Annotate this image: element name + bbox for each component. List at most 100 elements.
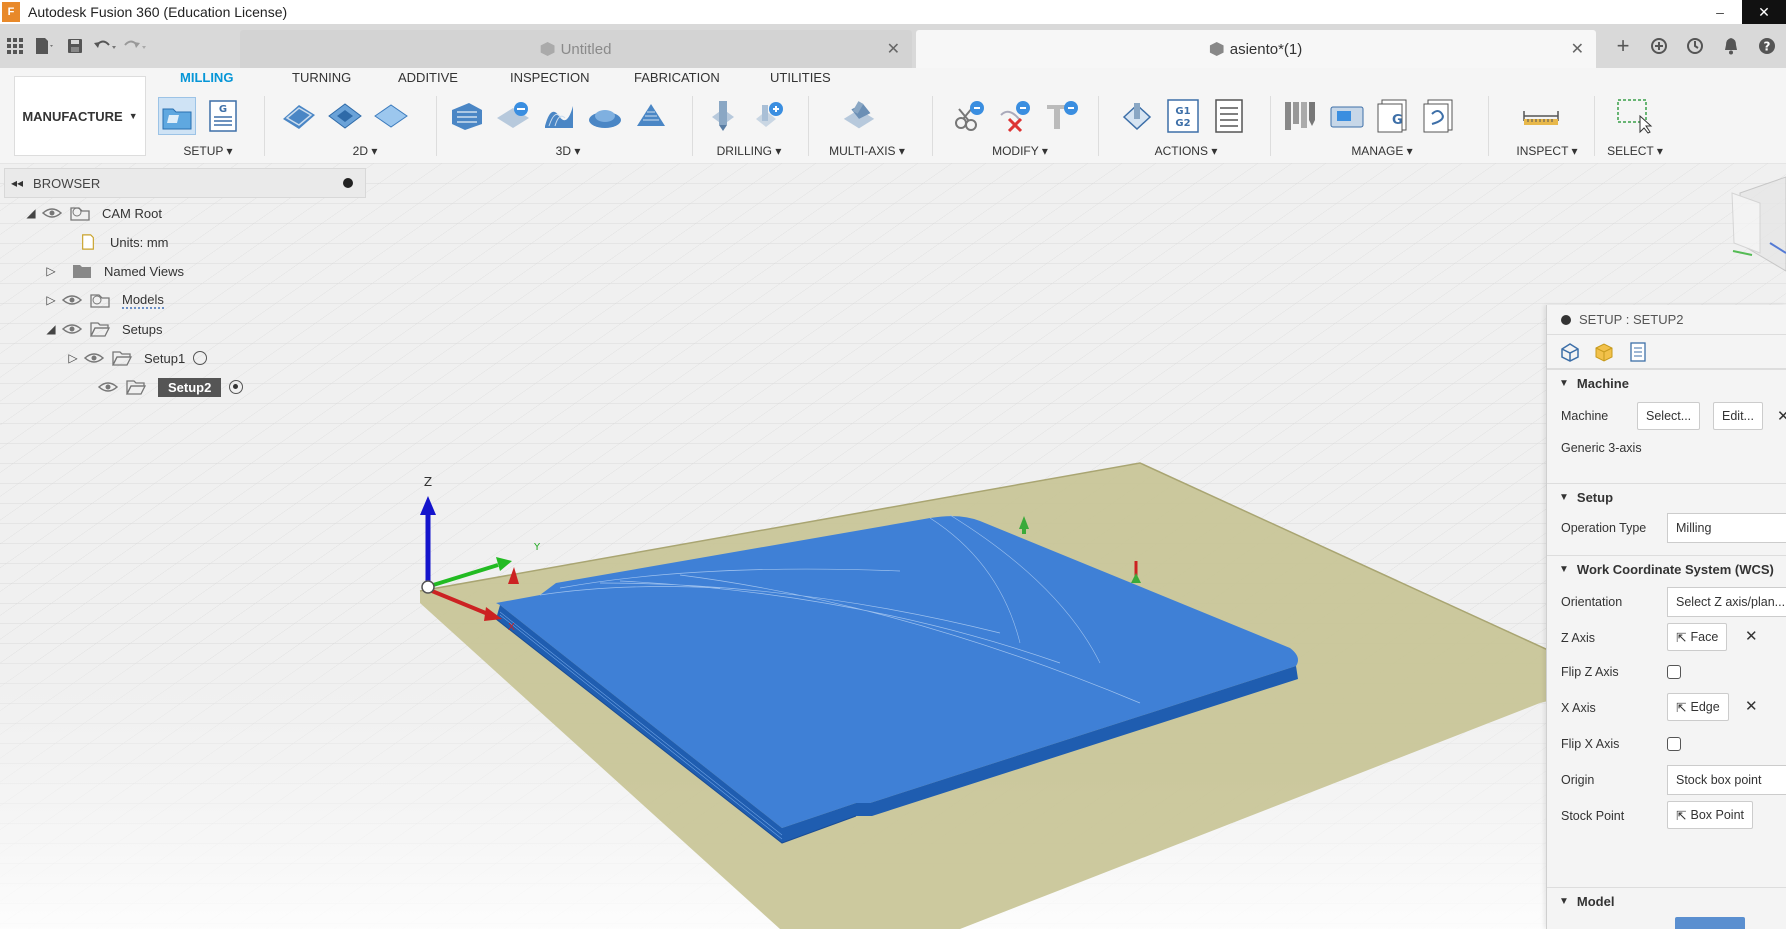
drill-icon[interactable] (704, 97, 742, 135)
wcs-section-header[interactable]: ▼ Work Coordinate System (WCS) (1547, 555, 1786, 583)
job-status-icon[interactable] (1680, 31, 1710, 61)
post-process-icon[interactable]: G1 G2 (1164, 97, 1202, 135)
workspace-switcher[interactable]: MANUFACTURE ▼ (14, 76, 146, 156)
tree-item-named-views[interactable]: ▷ Named Views (44, 259, 184, 283)
new-setup-icon[interactable] (158, 97, 196, 135)
setup-section-header[interactable]: ▼ Setup (1547, 483, 1786, 511)
clear-x-axis-icon[interactable]: ✕ (1745, 697, 1758, 715)
setup-sheet-icon[interactable] (1210, 97, 1248, 135)
z-axis-face-selector[interactable]: ⇱ Face (1667, 623, 1728, 651)
tab-setup-icon[interactable] (1557, 339, 1583, 365)
simulate-icon[interactable] (1118, 97, 1156, 135)
2d-adaptive-icon[interactable] (280, 97, 318, 135)
origin-select[interactable]: Stock box point (1667, 765, 1786, 795)
clear-z-axis-icon[interactable]: ✕ (1745, 627, 1758, 645)
tool-edit-icon[interactable] (1042, 97, 1080, 135)
help-icon[interactable]: ? (1752, 31, 1782, 61)
template-library-icon[interactable] (1420, 97, 1458, 135)
measure-icon[interactable] (1522, 97, 1560, 135)
2d-group-label[interactable]: 2D ▾ (300, 144, 430, 158)
machine-library-icon[interactable] (1328, 97, 1366, 135)
multi-axis-group-label[interactable]: MULTI-AXIS ▾ (814, 144, 920, 158)
tab-stock-icon[interactable] (1591, 339, 1617, 365)
actions-group-label[interactable]: ACTIONS ▾ (1108, 144, 1264, 158)
minimize-button[interactable]: – (1698, 0, 1742, 24)
ok-button[interactable] (1675, 917, 1745, 929)
tab-fabrication[interactable]: FABRICATION (634, 70, 720, 85)
stock-point-selector[interactable]: ⇱ Box Point (1667, 801, 1753, 829)
eye-icon[interactable] (84, 352, 104, 364)
setup-dialog-header[interactable]: SETUP : SETUP2 (1547, 305, 1786, 335)
tab-untitled[interactable]: Untitled ✕ (240, 30, 912, 68)
tab-asiento[interactable]: asiento*(1) ✕ (916, 30, 1596, 68)
setup-group-label[interactable]: SETUP ▾ (158, 144, 258, 158)
file-menu-icon[interactable] (30, 31, 60, 61)
model-section-header[interactable]: ▼ Model (1547, 887, 1786, 915)
eye-icon[interactable] (98, 381, 118, 393)
flip-x-axis-checkbox[interactable] (1667, 737, 1681, 751)
tab-post-process-icon[interactable] (1625, 339, 1651, 365)
eye-icon[interactable] (62, 323, 82, 335)
collapsed-triangle-icon[interactable]: ▷ (44, 264, 58, 278)
tree-item-setup1[interactable]: ▷ Setup1 (66, 346, 208, 370)
grid-menu-icon[interactable] (0, 31, 30, 61)
contour-icon[interactable] (586, 97, 624, 135)
x-axis-edge-selector[interactable]: ⇱ Edge (1667, 693, 1729, 721)
new-tab-icon[interactable]: + (1608, 31, 1638, 61)
edit-machine-button[interactable]: Edit... (1713, 402, 1763, 430)
inspect-group-label[interactable]: INSPECT ▾ (1494, 144, 1600, 158)
collapse-browser-icon[interactable]: ◂◂ (11, 176, 23, 190)
tree-item-setup2[interactable]: Setup2 (94, 375, 244, 399)
eye-icon[interactable] (42, 207, 62, 219)
window-select-icon[interactable] (1616, 97, 1654, 135)
select-machine-button[interactable]: Select... (1637, 402, 1701, 430)
trim-icon[interactable] (950, 97, 988, 135)
select-group-label[interactable]: SELECT ▾ (1594, 144, 1676, 158)
machine-section-header[interactable]: ▼ Machine (1547, 369, 1786, 397)
operation-type-select[interactable]: Milling (1667, 513, 1786, 543)
pocket-clearing-icon[interactable] (494, 97, 532, 135)
close-tab-icon[interactable]: ✕ (887, 39, 900, 59)
delete-toolpath-icon[interactable] (996, 97, 1034, 135)
scallop-icon[interactable] (632, 97, 670, 135)
nc-program-icon[interactable]: G (204, 97, 242, 135)
tab-inspection[interactable]: INSPECTION (510, 70, 589, 85)
tree-item-models[interactable]: ▷ Models (44, 288, 164, 312)
activate-setup1-radio[interactable] (193, 351, 208, 365)
parallel-icon[interactable] (540, 97, 578, 135)
expanded-triangle-icon[interactable]: ◢ (24, 206, 38, 220)
3d-scene-canvas[interactable]: Z Y X (0, 163, 1786, 929)
tree-item-setups[interactable]: ◢ Setups (44, 317, 162, 341)
redo-icon[interactable] (120, 31, 150, 61)
notifications-bell-icon[interactable] (1716, 31, 1746, 61)
clear-machine-icon[interactable]: ✕ (1777, 407, 1786, 425)
undo-icon[interactable] (90, 31, 120, 61)
collapsed-triangle-icon[interactable]: ▷ (44, 293, 58, 307)
face-icon[interactable] (372, 97, 410, 135)
collapsed-triangle-icon[interactable]: ▷ (66, 351, 80, 365)
close-window-button[interactable]: ✕ (1742, 0, 1786, 24)
3d-viewport[interactable]: Z Y X (0, 163, 1786, 929)
3d-adaptive-icon[interactable] (448, 97, 486, 135)
tab-milling[interactable]: MILLING (161, 70, 253, 98)
tree-item-cam-root[interactable]: ◢ CAM Root (24, 201, 162, 225)
pin-icon[interactable] (343, 178, 353, 188)
activate-setup2-radio[interactable] (229, 380, 244, 394)
3d-group-label[interactable]: 3D ▾ (448, 144, 688, 158)
2d-pocket-icon[interactable] (326, 97, 364, 135)
manage-group-label[interactable]: MANAGE ▾ (1282, 144, 1482, 158)
eye-icon[interactable] (62, 294, 82, 306)
tab-turning[interactable]: TURNING (292, 70, 351, 85)
extensions-icon[interactable] (1644, 31, 1674, 61)
expanded-triangle-icon[interactable]: ◢ (44, 322, 58, 336)
tab-additive[interactable]: ADDITIVE (398, 70, 458, 85)
modify-group-label[interactable]: MODIFY ▾ (950, 144, 1090, 158)
close-tab-icon[interactable]: ✕ (1571, 39, 1584, 59)
multi-axis-icon[interactable] (840, 97, 878, 135)
post-library-icon[interactable]: G (1374, 97, 1412, 135)
tree-item-units[interactable]: Units: mm (74, 230, 169, 254)
tab-utilities[interactable]: UTILITIES (770, 70, 831, 85)
flip-z-axis-checkbox[interactable] (1667, 665, 1681, 679)
save-icon[interactable] (60, 31, 90, 61)
drilling-group-label[interactable]: DRILLING ▾ (694, 144, 804, 158)
